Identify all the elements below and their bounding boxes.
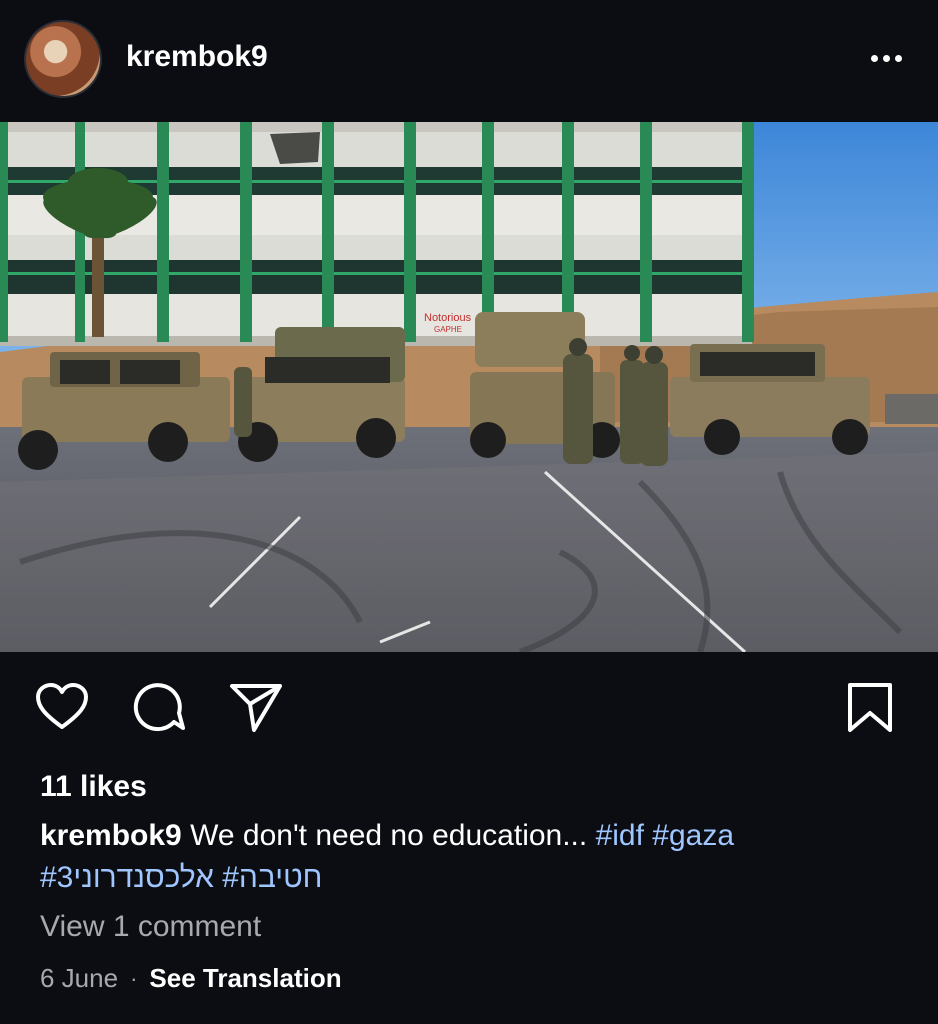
caption-text: We don't need no education... <box>190 819 588 852</box>
post-action-bar <box>0 680 938 740</box>
save-button[interactable] <box>842 680 898 736</box>
like-button[interactable] <box>34 680 90 736</box>
more-options-button[interactable] <box>858 44 914 72</box>
see-translation-link[interactable]: See Translation <box>149 963 341 994</box>
comment-bubble-icon <box>133 683 185 732</box>
post-photo-illustration: Notorious GAPHE <box>0 122 938 652</box>
more-dots-icon <box>870 54 878 62</box>
post-meta: 6 June · See Translation <box>40 963 342 994</box>
caption-username[interactable]: krembok9 <box>40 819 182 852</box>
heart-icon <box>36 683 88 729</box>
graffiti-caption: GAPHE <box>434 325 462 334</box>
graffiti-notorious: Notorious <box>424 312 472 324</box>
avatar[interactable] <box>24 20 102 98</box>
post-date: 6 June <box>40 963 119 993</box>
share-button[interactable] <box>228 680 284 736</box>
bookmark-icon <box>848 683 892 732</box>
post-image[interactable]: Notorious GAPHE <box>0 122 938 652</box>
post-caption: krembok9 We don't need no education... #… <box>40 815 910 899</box>
hashtag-gaza[interactable]: #gaza <box>652 819 734 852</box>
view-comments-link[interactable]: View 1 comment <box>40 910 261 944</box>
meta-separator: · <box>130 965 138 991</box>
post-header: krembok9 <box>0 0 938 122</box>
paper-plane-icon <box>230 684 282 732</box>
comment-button[interactable] <box>131 680 187 736</box>
post-username[interactable]: krembok9 <box>126 40 268 74</box>
hashtag-idf[interactable]: #idf <box>596 819 644 852</box>
caption-hebrew-hashtags[interactable]: #3חטיבה# אלכסנדרוני <box>40 857 910 899</box>
likes-count[interactable]: 11 likes <box>40 770 147 804</box>
